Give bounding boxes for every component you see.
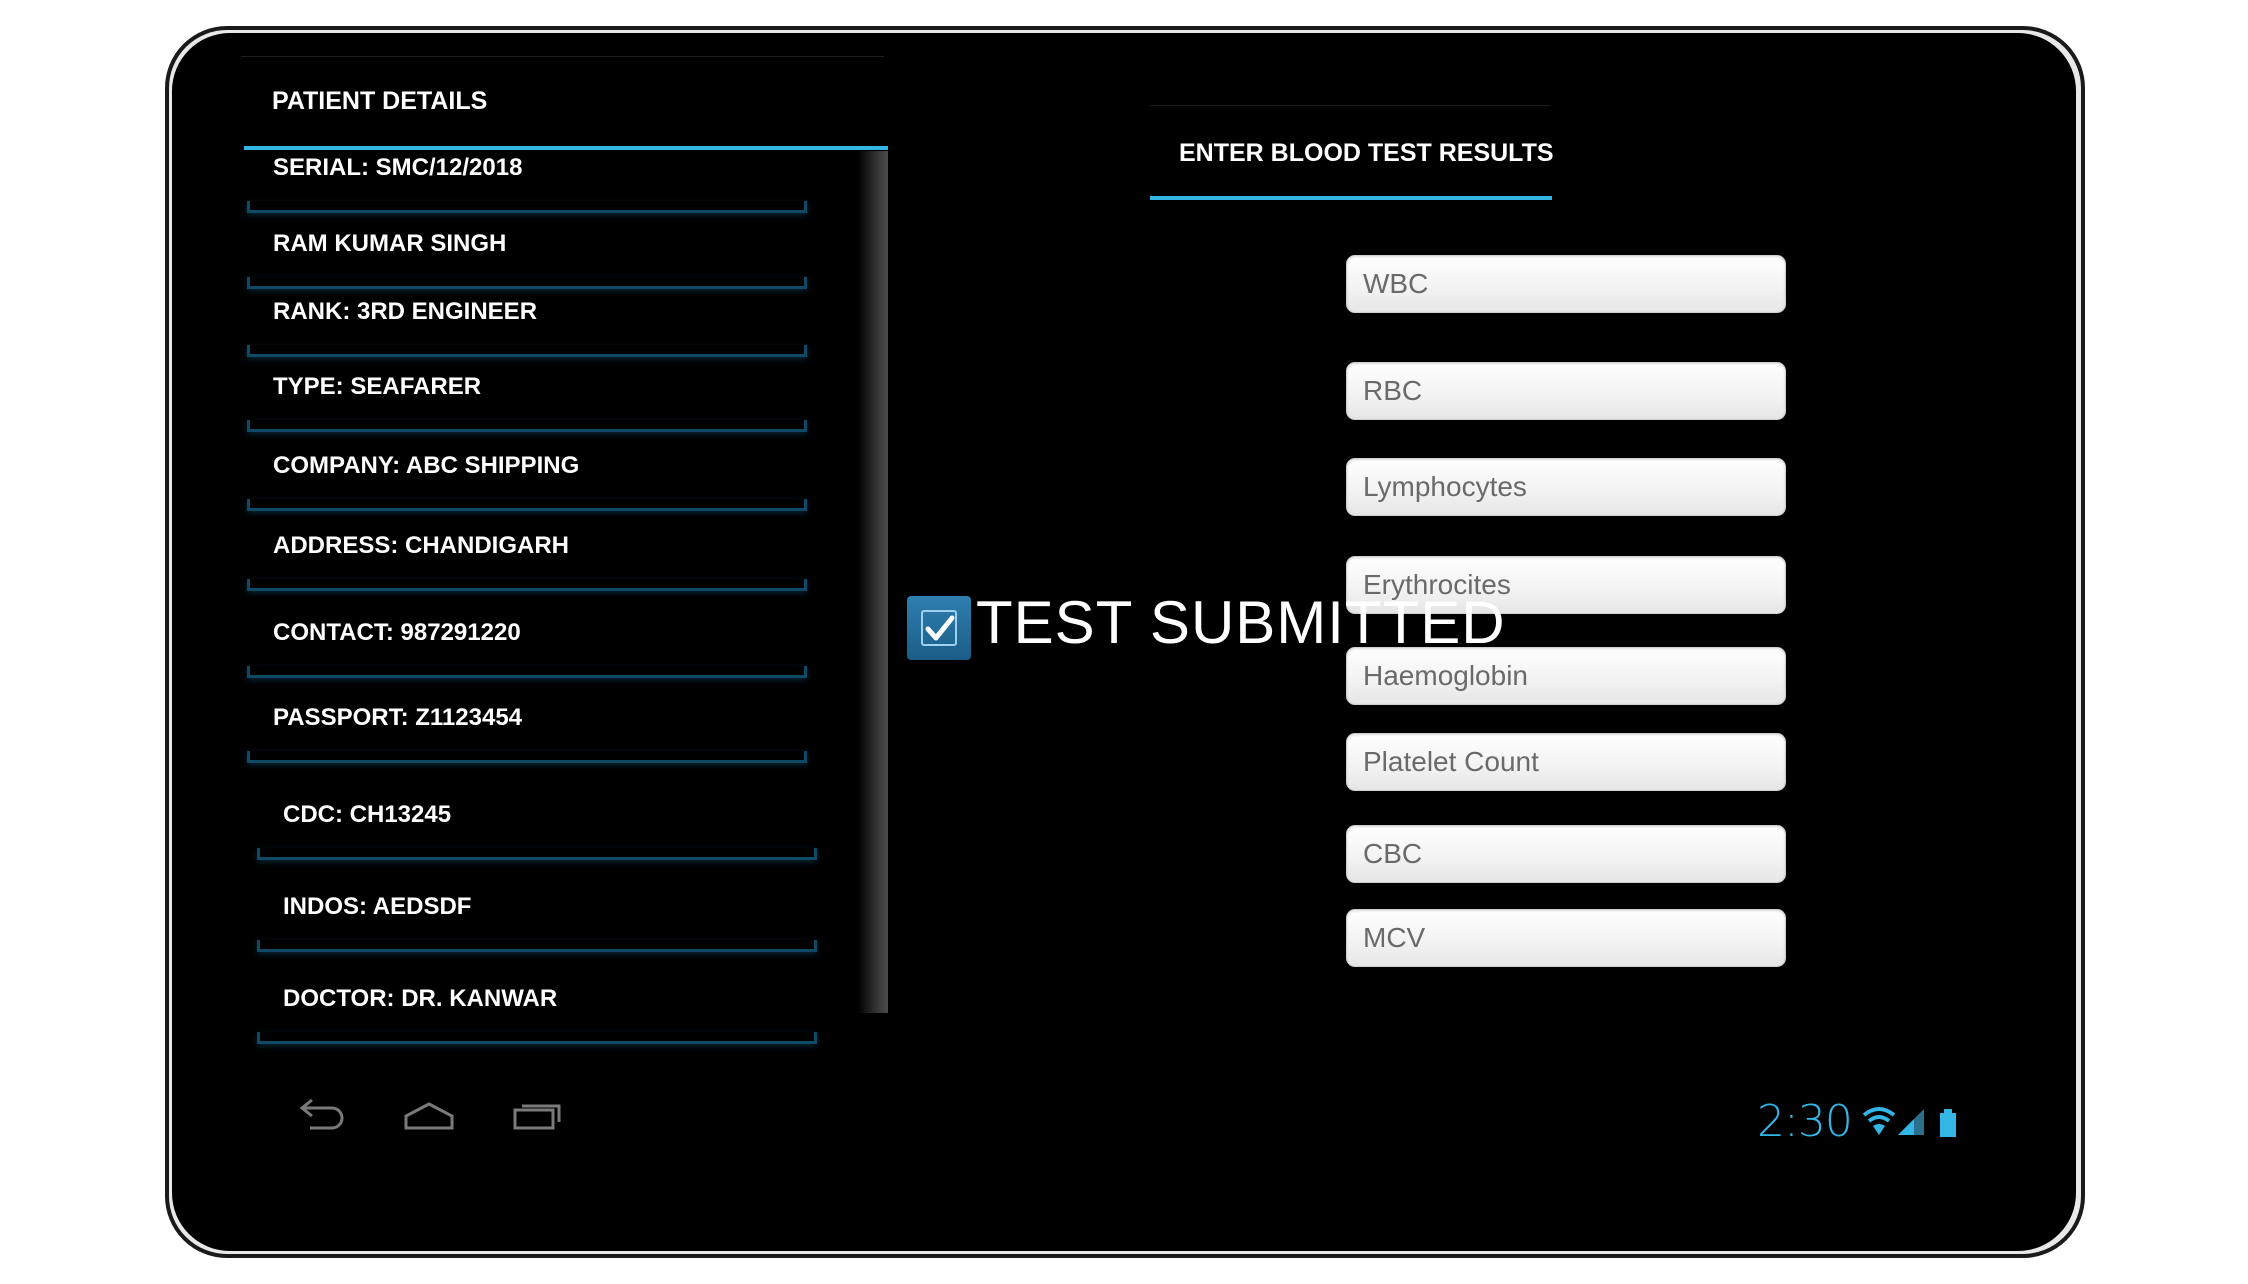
- patient-field-name: RAM KUMAR SINGH: [247, 219, 807, 289]
- status-time: 2:30: [1757, 1096, 1853, 1147]
- patient-field-label: TYPE: SEAFARER: [273, 373, 482, 400]
- field-underline: [247, 751, 807, 763]
- field-underline: [247, 345, 807, 357]
- wbc-input[interactable]: [1346, 255, 1786, 313]
- field-underline: [247, 666, 807, 678]
- patient-field-address: ADDRESS: CHANDIGARH: [247, 521, 807, 591]
- patient-field-contact: CONTACT: 987291220: [247, 608, 807, 678]
- patient-field-type: TYPE: SEAFARER: [247, 362, 807, 432]
- tablet-screen: PATIENT DETAILS SERIAL: SMC/12/2018 RAM …: [172, 33, 2076, 1251]
- field-underline: [257, 1032, 817, 1044]
- patient-field-doctor: DOCTOR: DR. KANWAR: [257, 974, 817, 1044]
- patient-details-title: PATIENT DETAILS: [272, 87, 488, 115]
- toast-message: TEST SUBMITTED: [976, 589, 1506, 656]
- patient-field-label: SERIAL: SMC/12/2018: [273, 154, 523, 181]
- cbc-input[interactable]: [1346, 825, 1786, 883]
- patient-field-rank: RANK: 3RD ENGINEER: [247, 287, 807, 357]
- patient-field-company: COMPANY: ABC SHIPPING: [247, 441, 807, 511]
- field-underline: [257, 940, 817, 952]
- patient-list-scroll-edge[interactable]: [858, 151, 888, 1013]
- patient-field-label: PASSPORT: Z1123454: [273, 704, 523, 731]
- patient-field-label: INDOS: AEDSDF: [283, 893, 472, 920]
- status-icons: [1862, 1105, 1972, 1146]
- patient-field-label: RAM KUMAR SINGH: [273, 230, 507, 257]
- field-underline: [247, 201, 807, 213]
- patient-field-label: COMPANY: ABC SHIPPING: [273, 452, 580, 479]
- battery-icon: [1940, 1109, 1956, 1137]
- patient-field-serial: SERIAL: SMC/12/2018: [247, 143, 807, 213]
- lymphocytes-input[interactable]: [1346, 458, 1786, 516]
- blood-test-title-underline: [1150, 196, 1552, 200]
- wifi-icon: [1862, 1107, 1896, 1135]
- field-underline: [247, 579, 807, 591]
- patient-field-indos: INDOS: AEDSDF: [257, 882, 817, 952]
- patient-field-label: CONTACT: 987291220: [273, 619, 521, 646]
- recent-apps-icon[interactable]: [512, 1098, 562, 1139]
- patient-field-label: RANK: 3RD ENGINEER: [273, 298, 538, 325]
- patient-field-cdc: CDC: CH13245: [257, 790, 817, 860]
- field-underline: [247, 499, 807, 511]
- patient-field-passport: PASSPORT: Z1123454: [247, 693, 807, 763]
- rbc-input[interactable]: [1346, 362, 1786, 420]
- blood-test-title: ENTER BLOOD TEST RESULTS: [1179, 139, 1554, 167]
- mcv-input[interactable]: [1346, 909, 1786, 967]
- patient-field-label: DOCTOR: DR. KANWAR: [283, 985, 558, 1012]
- field-underline: [247, 420, 807, 432]
- checkbox-checked-icon: [907, 596, 971, 660]
- back-icon[interactable]: [294, 1098, 346, 1139]
- home-icon[interactable]: [402, 1098, 456, 1139]
- patient-field-label: CDC: CH13245: [283, 801, 452, 828]
- platelet-count-input[interactable]: [1346, 733, 1786, 791]
- signal-icon: [1898, 1109, 1924, 1135]
- patient-field-label: ADDRESS: CHANDIGARH: [273, 532, 570, 559]
- field-underline: [257, 848, 817, 860]
- blood-test-header-top: [1150, 105, 1550, 106]
